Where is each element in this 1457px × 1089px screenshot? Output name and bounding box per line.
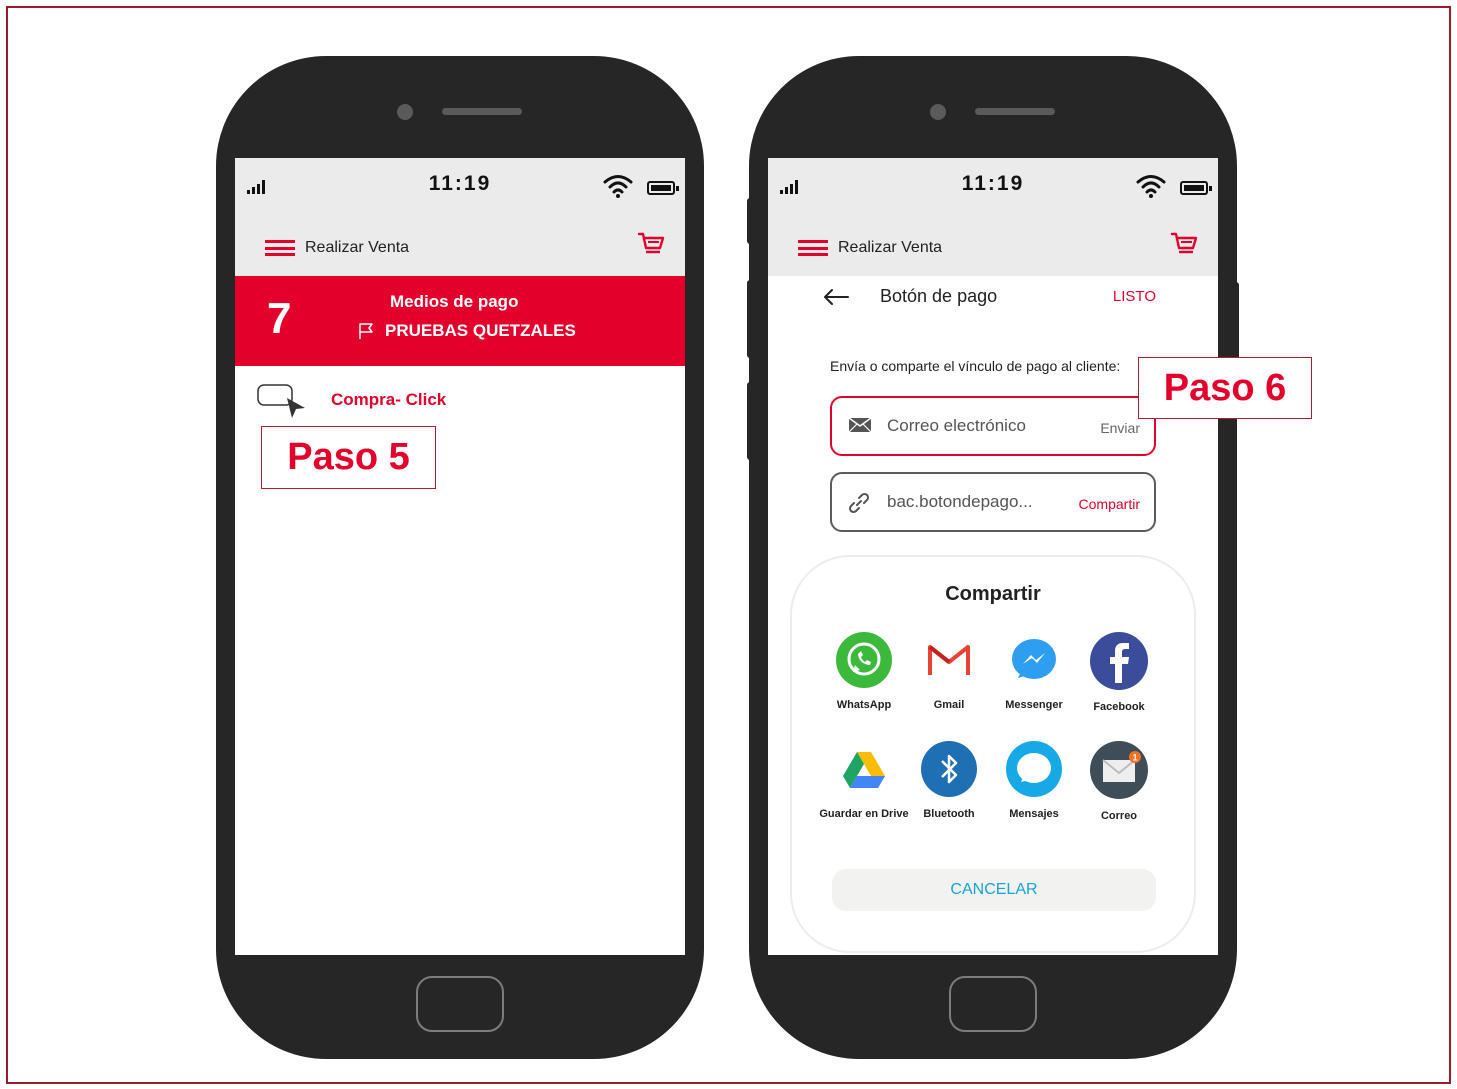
menu-icon[interactable] [265,240,295,256]
speaker [975,108,1055,115]
back-arrow-icon[interactable] [822,288,850,306]
email-placeholder: Correo electrónico [887,416,1026,435]
share-app-label: Mensajes [1009,808,1059,820]
sub-header-title: Botón de pago [880,286,998,306]
step-5-label: Paso 5 [261,426,436,489]
drive-icon [843,752,885,788]
side-button [747,382,755,460]
side-button [747,280,755,358]
link-icon [848,492,870,514]
screen-right: 11:19 Realizar Venta Botón de pago LISTO… [768,158,1218,955]
side-button [1231,282,1239,368]
email-field[interactable]: Correo electrónico Enviar [830,396,1156,456]
share-title: Compartir [945,583,1041,605]
facebook-icon [1090,632,1148,690]
payment-link-value: bac.botondepago... [887,492,1033,511]
battery-icon [647,181,679,195]
share-drive[interactable]: Guardar en Drive [819,740,909,821]
pointer-click-icon [257,384,305,418]
mail-icon: 1 [1090,741,1148,799]
share-app-label: Correo [1100,810,1138,822]
cart-icon[interactable] [637,232,665,258]
banner-subtitle: PRUEBAS QUETZALES [385,321,576,340]
banner-number: 7 [267,294,292,343]
payment-banner: 7 Medios de pago PRUEBAS QUETZALES [235,276,685,366]
status-bar: 11:19 [235,158,685,216]
share-sheet: Compartir WhatsApp Gmail Messenger Faceb… [790,555,1196,953]
app-bar-title: Realizar Venta [305,239,410,256]
share-app-label: Gmail [933,699,965,711]
home-button[interactable] [949,976,1037,1032]
app-bar: Realizar Venta [768,216,1218,276]
wifi-icon [603,175,633,198]
share-app-label: Facebook [1093,701,1145,713]
cancel-button[interactable]: CANCELAR [832,869,1156,911]
share-app-label: Messenger [1005,699,1063,711]
share-mail[interactable]: 1 Correo [1074,740,1164,823]
menu-icon[interactable] [798,240,828,256]
messages-icon [1006,741,1062,797]
share-facebook[interactable]: Facebook [1074,631,1164,714]
phone-right: 11:19 Realizar Venta Botón de pago LISTO… [747,56,1239,1059]
flag-icon [359,323,373,339]
share-messages[interactable]: Mensajes [989,740,1079,821]
share-app-label: Guardar en Drive [819,808,909,820]
share-bluetooth[interactable]: Bluetooth [904,740,994,821]
home-button[interactable] [416,976,504,1032]
messenger-icon [1012,639,1056,679]
speaker [442,108,522,115]
whatsapp-icon [836,632,892,688]
status-bar: 11:19 [768,158,1218,216]
share-app-label: WhatsApp [836,699,892,711]
screen-left: 11:19 Realizar Venta 7 Medios de pago PR… [235,158,685,955]
share-messenger[interactable]: Messenger [989,631,1079,712]
app-bar-title: Realizar Venta [838,239,943,256]
payment-link-field[interactable]: bac.botondepago... Compartir [830,472,1156,532]
envelope-icon [848,417,872,433]
share-instruction: Envía o comparte el vínculo de pago al c… [830,358,1121,374]
share-app-label: Bluetooth [923,808,975,820]
send-button[interactable]: Enviar [1100,420,1140,436]
camera [930,104,946,120]
app-bar: Realizar Venta [235,216,685,276]
banner-subtitle-row: PRUEBAS QUETZALES [357,321,576,341]
gmail-icon [928,645,970,675]
share-gmail[interactable]: Gmail [904,631,994,712]
side-button [747,198,755,244]
compra-click-label: Compra- Click [331,390,447,409]
step-6-label: Paso 6 [1138,357,1312,419]
done-button[interactable]: LISTO [1113,288,1156,305]
camera [397,104,413,120]
banner-title: Medios de pago [390,292,519,311]
cart-icon[interactable] [1170,232,1198,258]
compra-click-item[interactable]: Compra- Click [257,384,446,422]
battery-icon [1180,181,1212,195]
share-whatsapp[interactable]: WhatsApp [819,631,909,712]
mail-badge-count: 1 [1132,753,1137,763]
bluetooth-icon [921,741,977,797]
wifi-icon [1136,175,1166,198]
sub-header: Botón de pago LISTO [768,276,1218,316]
share-link-button[interactable]: Compartir [1079,496,1140,512]
phone-left: 11:19 Realizar Venta 7 Medios de pago PR… [216,56,704,1059]
